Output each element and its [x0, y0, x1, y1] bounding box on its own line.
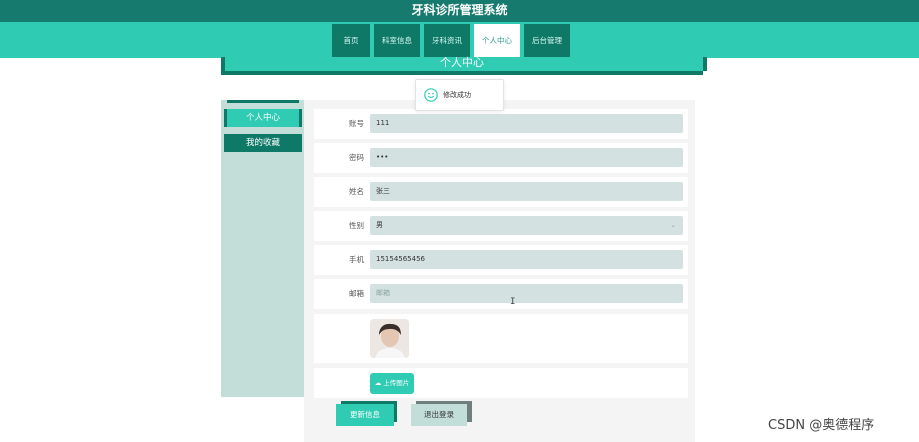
- account-field[interactable]: 111: [370, 114, 683, 133]
- password-row: 密码 •••: [314, 143, 688, 173]
- name-field[interactable]: 张三: [370, 182, 683, 201]
- section-title-bar: 个人中心: [221, 56, 707, 75]
- email-row: 邮箱 邮箱: [314, 279, 688, 309]
- section-title: 个人中心: [440, 56, 484, 69]
- section-bar-edge-right: [703, 57, 707, 71]
- account-label: 账号: [349, 119, 364, 128]
- toast-message: 修改成功: [443, 91, 471, 99]
- chevron-down-icon: ⌄: [670, 221, 676, 229]
- section-bar-underline: [221, 71, 703, 75]
- avatar-row: [314, 314, 688, 363]
- main-nav: 首页 科室信息 牙科资讯 个人中心 后台管理: [332, 24, 570, 58]
- account-row: 账号 111: [314, 109, 688, 139]
- gender-row: 性别 男 ⌄: [314, 211, 688, 241]
- watermark: CSDN @奥德程序: [768, 418, 875, 433]
- password-label: 密码: [349, 153, 364, 162]
- phone-field[interactable]: 15154565456: [370, 250, 683, 269]
- gender-label: 性别: [349, 221, 364, 230]
- app-root: 牙科诊所管理系统 首页 科室信息 牙科资讯 个人中心 后台管理 个人中心 修改成…: [0, 0, 919, 442]
- cloud-upload-icon: ☁: [374, 379, 382, 387]
- tab-personal-center[interactable]: 个人中心: [474, 24, 520, 58]
- gender-value: 男: [376, 221, 383, 229]
- phone-label: 手机: [349, 255, 364, 264]
- logout-button[interactable]: 退出登录: [411, 404, 467, 426]
- name-row: 姓名 张三: [314, 177, 688, 207]
- password-field[interactable]: •••: [370, 148, 683, 167]
- upload-button-label: 上传图片: [383, 379, 410, 387]
- gender-select[interactable]: 男 ⌄: [370, 216, 683, 235]
- app-title: 牙科诊所管理系统: [0, 0, 919, 22]
- tab-dental-news[interactable]: 牙科资讯: [424, 24, 470, 58]
- update-info-button[interactable]: 更新信息: [336, 404, 394, 426]
- upload-image-button[interactable]: ☁ 上传图片: [370, 373, 414, 394]
- tab-home[interactable]: 首页: [332, 24, 370, 58]
- text-cursor-icon: I: [510, 297, 516, 307]
- tab-admin[interactable]: 后台管理: [524, 24, 570, 58]
- email-field[interactable]: 邮箱: [370, 284, 683, 303]
- success-toast: 修改成功: [415, 79, 504, 111]
- phone-row: 手机 15154565456: [314, 245, 688, 275]
- upload-row: ☁ 上传图片: [314, 368, 688, 398]
- sidebar-item-favorites[interactable]: 我的收藏: [224, 134, 302, 152]
- avatar-image: [370, 319, 409, 358]
- email-label: 邮箱: [349, 289, 364, 298]
- smile-icon: [424, 88, 438, 102]
- sidebar-item-personal-center[interactable]: 个人中心: [224, 109, 302, 127]
- name-label: 姓名: [349, 187, 364, 196]
- sidebar-cap: [227, 100, 299, 103]
- tab-departments[interactable]: 科室信息: [374, 24, 420, 58]
- avatar: [370, 319, 409, 358]
